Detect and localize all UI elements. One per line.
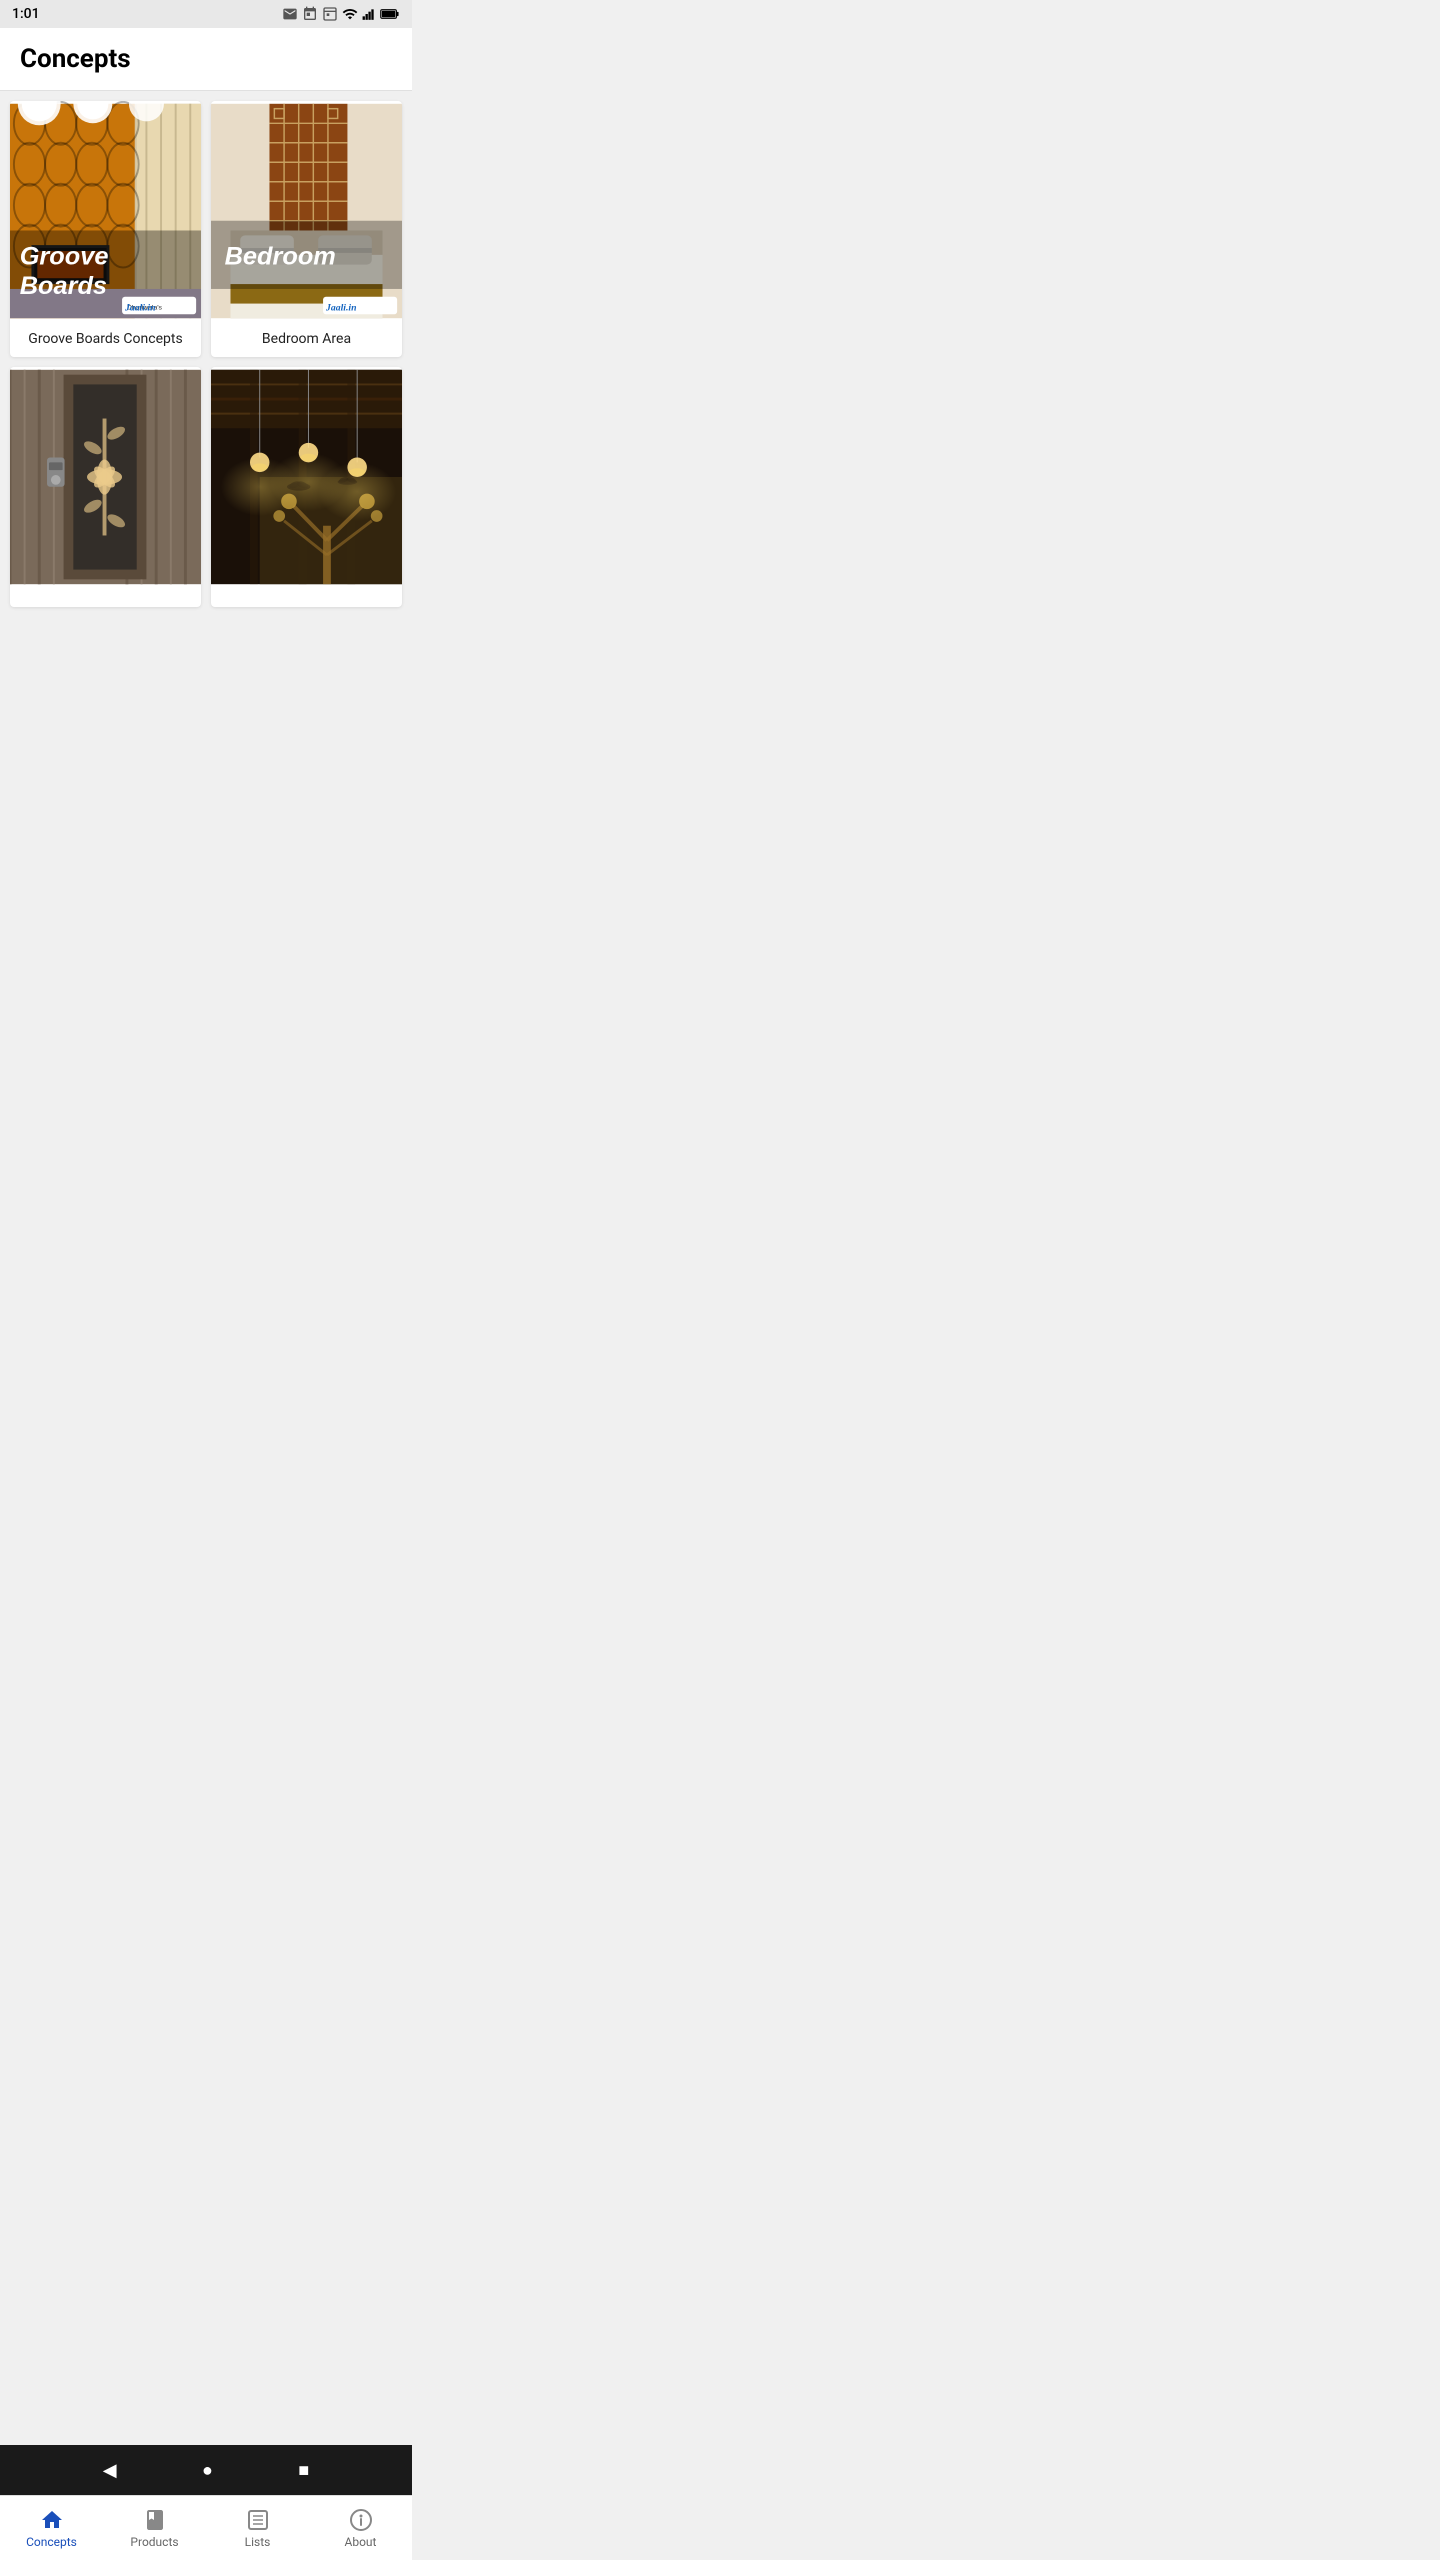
- signal-icon: [362, 6, 376, 22]
- svg-text:Bedroom: Bedroom: [225, 243, 336, 271]
- nav-lists[interactable]: Lists: [206, 2496, 309, 2560]
- nav-concepts-label: Concepts: [26, 2535, 77, 2549]
- products-icon: [143, 2508, 167, 2532]
- header: Concepts: [0, 28, 412, 91]
- ceiling-concept-card[interactable]: [211, 367, 402, 607]
- lists-icon: [246, 2508, 270, 2532]
- bottom-nav: Concepts Products Lists About: [0, 2495, 412, 2560]
- recent-button[interactable]: ■: [298, 2460, 309, 2481]
- bedroom-image: Bedroom Jaali.in: [211, 101, 402, 321]
- door-concept-card[interactable]: [10, 367, 201, 607]
- ceiling-image: [211, 367, 402, 587]
- calendar2-icon: [322, 6, 338, 22]
- bedroom-label: Bedroom Area: [211, 321, 402, 357]
- door-image: [10, 367, 201, 587]
- wifi-icon: [342, 6, 358, 22]
- about-icon: [349, 2508, 373, 2532]
- groove-boards-svg: Groove Boards Dhariwala's Dhariwala's Ja…: [10, 101, 201, 321]
- svg-text:Jaali.in: Jaali.in: [325, 302, 357, 313]
- status-icons: [282, 6, 400, 22]
- status-bar: 1:01: [0, 0, 412, 28]
- svg-text:Groove: Groove: [20, 243, 109, 271]
- gmail-icon: [282, 6, 298, 22]
- door-label: [10, 587, 201, 607]
- ceiling-label: [211, 587, 402, 607]
- nav-lists-label: Lists: [245, 2535, 271, 2549]
- nav-products[interactable]: Products: [103, 2496, 206, 2560]
- battery-icon: [380, 7, 400, 21]
- door-svg: [10, 367, 201, 587]
- back-button[interactable]: ◀: [103, 2460, 117, 2481]
- groove-boards-card[interactable]: Groove Boards Dhariwala's Dhariwala's Ja…: [10, 101, 201, 357]
- page-title: Concepts: [20, 44, 392, 74]
- nav-about-label: About: [345, 2535, 377, 2549]
- bedroom-svg: Bedroom Jaali.in: [211, 101, 402, 321]
- svg-text:Jaali.in: Jaali.in: [124, 302, 156, 313]
- nav-products-label: Products: [130, 2535, 178, 2549]
- ceiling-svg: [211, 367, 402, 587]
- groove-boards-image: Groove Boards Dhariwala's Dhariwala's Ja…: [10, 101, 201, 321]
- concepts-grid: Groove Boards Dhariwala's Dhariwala's Ja…: [0, 91, 412, 687]
- home-button[interactable]: ●: [202, 2460, 213, 2481]
- groove-boards-label: Groove Boards Concepts: [10, 321, 201, 357]
- calendar-icon: [302, 6, 318, 22]
- svg-text:Boards: Boards: [20, 272, 107, 300]
- status-time: 1:01: [12, 6, 40, 22]
- concepts-icon: [40, 2508, 64, 2532]
- android-nav-bar: ◀ ● ■: [0, 2445, 412, 2495]
- nav-about[interactable]: About: [309, 2496, 412, 2560]
- nav-concepts[interactable]: Concepts: [0, 2496, 103, 2560]
- bedroom-card[interactable]: Bedroom Jaali.in Bedroom Area: [211, 101, 402, 357]
